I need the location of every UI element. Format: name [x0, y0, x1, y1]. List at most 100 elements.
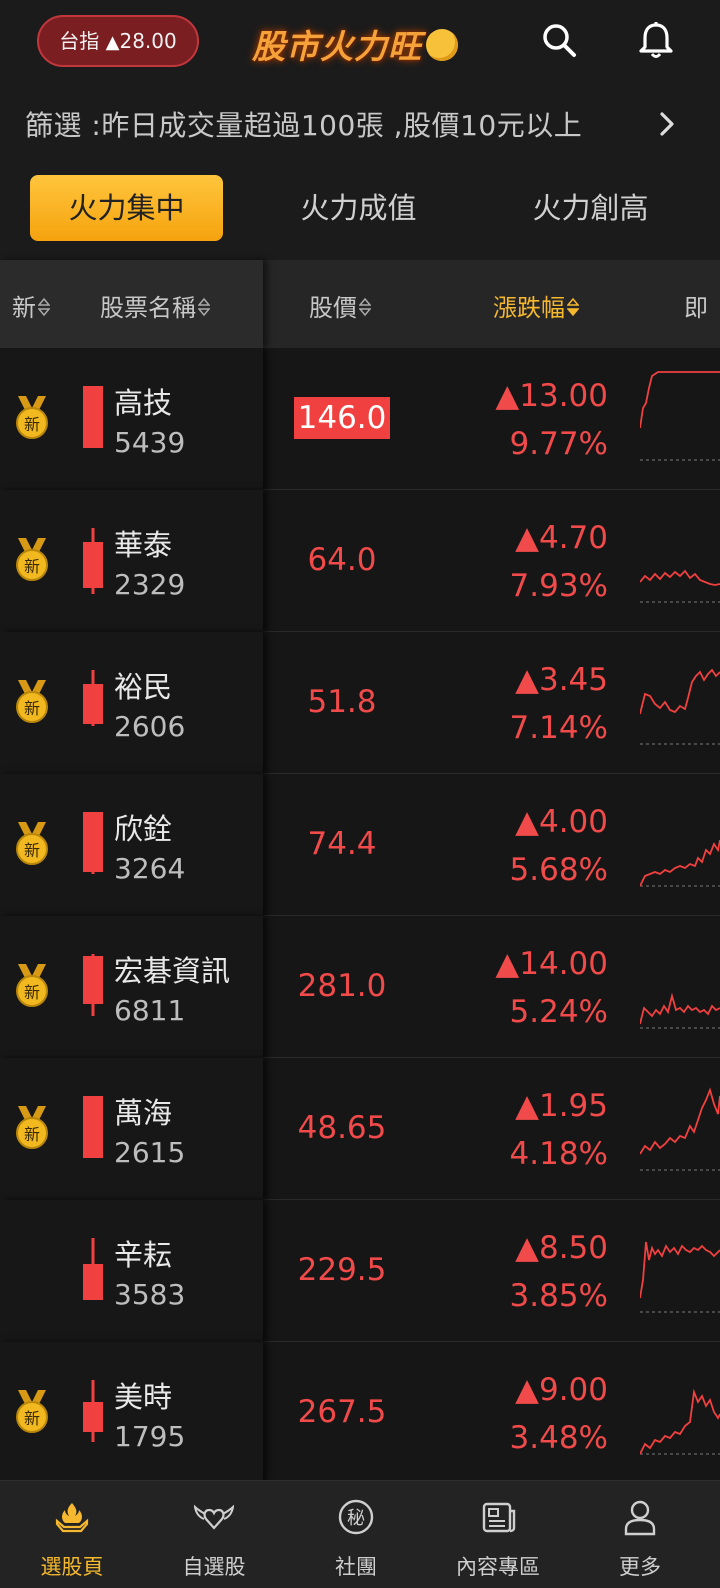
fire-hand-icon [55, 1503, 89, 1533]
search-icon[interactable] [539, 20, 579, 60]
svg-text:新: 新 [24, 841, 40, 860]
stock-price-cell: 267.5 [262, 1394, 422, 1430]
col-change-label: 漲跌幅 [493, 294, 565, 322]
stock-list: 新高技 5439 146.0 ▲13.00 9.77% 新華泰 2329 64.0 ▲4.70 7… [0, 348, 720, 1480]
change-percent: 5.24% [509, 994, 608, 1030]
stock-name: 欣銓 [114, 812, 173, 846]
intraday-sparkline [640, 992, 720, 1029]
change-percent: 9.77% [509, 426, 608, 462]
index-label: 台指 [59, 29, 100, 53]
stock-name: 宏碁資訊 [114, 954, 231, 988]
svg-text:新: 新 [24, 415, 40, 434]
app-logo: 股市火力旺 [252, 20, 458, 66]
stock-price-cell: 229.5 [262, 1252, 422, 1288]
intraday-sparkline [640, 1241, 720, 1313]
bell-icon[interactable] [636, 20, 676, 60]
intraday-sparkline [640, 1087, 720, 1171]
stock-code: 1795 [114, 1420, 186, 1453]
candlestick-icon [83, 954, 103, 1016]
chevron-right-icon[interactable] [656, 110, 680, 138]
stock-code: 3583 [114, 1278, 186, 1311]
winged-heart-icon [194, 1504, 234, 1530]
filter-bar[interactable]: 篩選 :昨日成交量超過100張 ,股價10元以上 [0, 82, 720, 166]
stock-name: 萬海 [114, 1096, 173, 1130]
svg-text:新: 新 [24, 983, 40, 1002]
nav-label: 更多 [619, 1555, 661, 1579]
col-price[interactable]: 股價 [309, 288, 371, 323]
stock-code: 5439 [114, 426, 186, 459]
candlestick-icon [83, 386, 103, 448]
candlestick-icon [83, 1096, 103, 1158]
stock-price-cell: 281.0 [262, 968, 422, 1004]
stock-name: 辛耘 [114, 1238, 173, 1272]
stock-price-cell: 48.65 [262, 1110, 422, 1146]
col-realtime[interactable]: 即 [684, 288, 708, 323]
tab-fire-focus[interactable]: 火力集中 [30, 175, 223, 241]
nav-watchlist[interactable]: 自選股 [142, 1481, 286, 1588]
col-new-label: 新 [12, 294, 36, 322]
stock-row[interactable]: 新 欣銓 3264 74.4 ▲4.00 5.68% [0, 774, 720, 916]
nav-label: 選股頁 [40, 1555, 104, 1579]
stock-name: 華泰 [114, 528, 173, 562]
price-change: ▲1.95 [515, 1088, 608, 1124]
change-percent: 4.18% [509, 1136, 608, 1172]
nav-label: 社團 [335, 1555, 377, 1579]
new-medal-icon: 新 [16, 1390, 48, 1433]
sort-icon [38, 297, 50, 317]
nav-label: 自選股 [182, 1555, 246, 1579]
change-percent: 3.85% [509, 1278, 608, 1314]
candlestick-icon [83, 812, 103, 874]
stock-row[interactable]: 新 高技 5439 146.0 ▲13.00 9.77% [0, 348, 720, 490]
stock-row[interactable]: 新 華泰 2329 64.0 ▲4.70 7.93% [0, 490, 720, 632]
index-badge[interactable]: 台指 ▲28.00 [37, 15, 199, 67]
app-header: 台指 ▲28.00 股市火力旺 [0, 0, 720, 82]
person-icon [624, 1500, 656, 1536]
sort-icon [198, 297, 210, 317]
stock-row[interactable]: 新 萬海 2615 48.65 ▲1.95 4.18% [0, 1058, 720, 1200]
change-percent: 5.68% [509, 852, 608, 888]
index-value: 28.00 [119, 29, 177, 53]
col-price-label: 股價 [309, 294, 357, 322]
change-percent: 7.93% [509, 568, 608, 604]
stock-row[interactable]: 新 宏碁資訊 6811 281.0 ▲14.00 5.24% [0, 916, 720, 1058]
grin-emoji-icon [426, 29, 458, 61]
tab-fire-high[interactable]: 火力創高 [494, 175, 687, 241]
new-medal-icon: 新 [16, 538, 48, 581]
stock-row[interactable]: 辛耘 3583 229.5 ▲8.50 3.85% [0, 1200, 720, 1342]
nav-community[interactable]: 秘 社團 [284, 1481, 428, 1588]
stock-price: 74.4 [307, 826, 377, 862]
stock-price: 64.0 [307, 542, 377, 578]
intraday-sparkline [640, 1388, 720, 1455]
col-new[interactable]: 新 [12, 288, 50, 323]
logo-text: 股市火力旺 [252, 27, 422, 66]
tab-fire-value[interactable]: 火力成值 [262, 175, 455, 241]
stock-row[interactable]: 新 裕民 2606 51.8 ▲3.45 7.14% [0, 632, 720, 774]
bottom-nav: 選股頁 自選股 秘 社團 內容專區 更多 [0, 1480, 720, 1588]
intraday-sparkline [640, 569, 720, 603]
nav-label: 內容專區 [456, 1555, 540, 1579]
price-change: ▲4.70 [515, 520, 608, 556]
nav-stock-picker[interactable]: 選股頁 [0, 1481, 144, 1588]
stock-price-cell: 146.0 [262, 397, 422, 439]
new-medal-icon: 新 [16, 964, 48, 1007]
stock-price: 229.5 [297, 1252, 387, 1288]
stock-price-cell: 74.4 [262, 826, 422, 862]
stock-row[interactable]: 新 美時 1795 267.5 ▲9.00 3.48% [0, 1342, 720, 1480]
stock-price-cell: 64.0 [262, 542, 422, 578]
stock-name: 美時 [114, 1380, 173, 1414]
secret-glyph: 秘 [347, 1508, 365, 1529]
stock-price: 146.0 [293, 397, 391, 439]
candlestick-icon [83, 670, 103, 726]
new-medal-icon: 新 [16, 1106, 48, 1149]
candlestick-icon [83, 1380, 103, 1442]
column-header: 新 股票名稱 股價 漲跌幅 即 [0, 260, 720, 348]
nav-content[interactable]: 內容專區 [426, 1481, 570, 1588]
svg-text:新: 新 [24, 557, 40, 576]
stock-price-cell: 51.8 [262, 684, 422, 720]
nav-more[interactable]: 更多 [568, 1481, 712, 1588]
col-change-pct[interactable]: 漲跌幅 [493, 288, 579, 323]
change-percent: 7.14% [509, 710, 608, 746]
intraday-sparkline [640, 839, 720, 887]
price-change: ▲14.00 [495, 946, 608, 982]
col-stock-name[interactable]: 股票名稱 [100, 288, 210, 323]
